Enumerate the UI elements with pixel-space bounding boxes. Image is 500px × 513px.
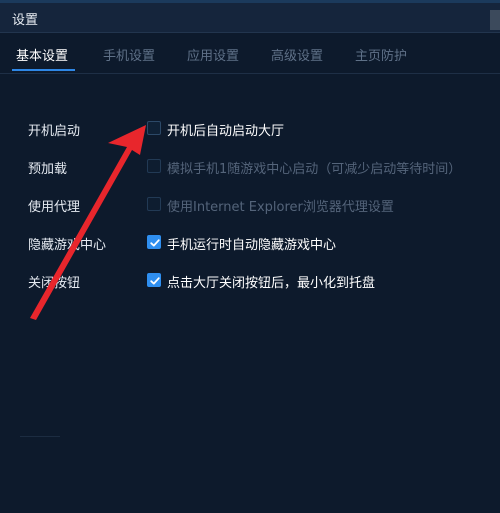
setting-label: 预加载: [28, 162, 68, 177]
bottom-divider: [20, 436, 60, 437]
check-icon: [150, 277, 160, 285]
window-title: 设置: [12, 13, 39, 28]
setting-label: 开机启动: [28, 124, 81, 139]
setting-option-text[interactable]: 点击大厅关闭按钮后，最小化到托盘: [167, 272, 375, 291]
tab-phone-settings[interactable]: 手机设置: [103, 45, 155, 64]
setting-option-text: 模拟手机1随游戏中心启动（可减少启动等待时间）: [167, 162, 462, 177]
check-icon: [150, 239, 160, 247]
setting-option-text: 使用Internet Explorer浏览器代理设置: [167, 200, 394, 215]
setting-option-text[interactable]: 手机运行时自动隐藏游戏中心: [167, 234, 336, 253]
tab-basic-settings[interactable]: 基本设置: [16, 45, 68, 64]
title-bar: 设置: [0, 3, 500, 33]
tab-homepage-protection[interactable]: 主页防护: [355, 45, 407, 64]
preload-checkbox[interactable]: [147, 159, 161, 173]
tab-advanced-settings[interactable]: 高级设置: [271, 45, 323, 64]
setting-option-text[interactable]: 开机后自动启动大厅: [167, 120, 284, 139]
titlebar-corner: [490, 10, 500, 30]
autostart-checkbox[interactable]: [147, 121, 161, 135]
setting-label: 关闭按钮: [28, 276, 81, 291]
tab-bar: 基本设置 手机设置 应用设置 高级设置 主页防护: [0, 33, 500, 74]
setting-row-preload: 预加载 模拟手机1随游戏中心启动（可减少启动等待时间）: [0, 156, 500, 178]
setting-label: 使用代理: [28, 200, 81, 215]
active-tab-indicator: [12, 69, 75, 71]
setting-label: 隐藏游戏中心: [28, 238, 107, 253]
setting-row-proxy: 使用代理 使用Internet Explorer浏览器代理设置: [0, 194, 500, 216]
proxy-checkbox[interactable]: [147, 197, 161, 211]
settings-panel: 开机启动 开机后自动启动大厅 预加载 模拟手机1随游戏中心启动（可减少启动等待时…: [0, 74, 500, 513]
setting-row-hide-game-center: 隐藏游戏中心 手机运行时自动隐藏游戏中心: [0, 232, 500, 254]
hide-game-center-checkbox[interactable]: [147, 235, 161, 249]
tab-app-settings[interactable]: 应用设置: [187, 45, 239, 64]
setting-row-autostart: 开机启动 开机后自动启动大厅: [0, 118, 500, 140]
close-to-tray-checkbox[interactable]: [147, 273, 161, 287]
setting-row-close-button: 关闭按钮 点击大厅关闭按钮后，最小化到托盘: [0, 270, 500, 292]
